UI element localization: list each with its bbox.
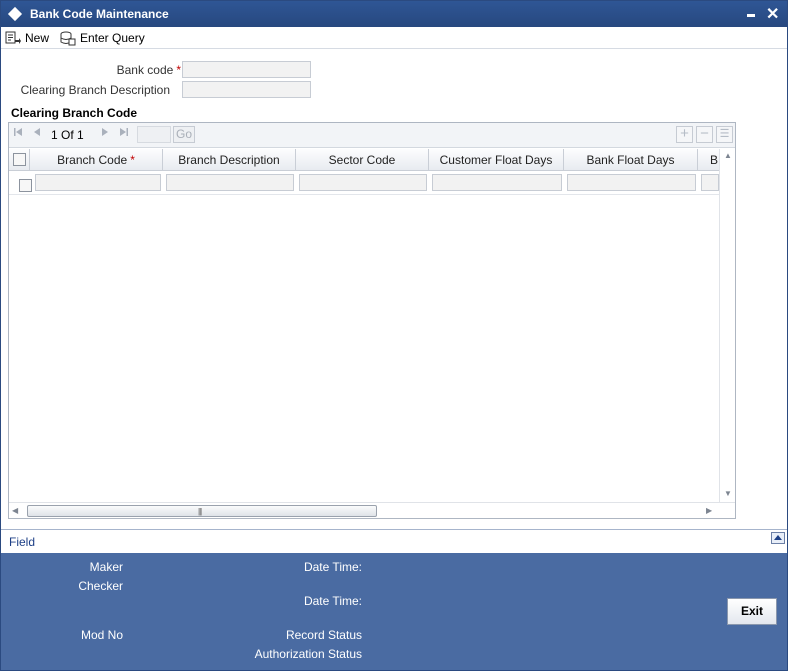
record-status-label: Record Status xyxy=(285,628,362,642)
column-header-customer-float-days[interactable]: Customer Float Days xyxy=(429,149,564,171)
new-record-icon xyxy=(5,31,21,44)
enter-query-button[interactable]: Enter Query xyxy=(59,29,145,47)
next-page-icon[interactable] xyxy=(101,127,109,140)
close-button[interactable]: ✕ xyxy=(766,4,780,23)
select-all-cell xyxy=(9,149,30,171)
exit-button[interactable]: Exit xyxy=(727,598,777,625)
window-diamond-icon xyxy=(7,6,23,22)
column-header-sector-code[interactable]: Sector Code xyxy=(296,149,429,171)
column-header-branch-code[interactable]: Branch Code * xyxy=(30,149,163,171)
bank-code-label: Bank code * xyxy=(116,63,181,77)
truncated-cell-input[interactable] xyxy=(701,174,719,191)
authorization-status-label: Authorization Status xyxy=(254,647,362,661)
previous-page-icon[interactable] xyxy=(33,127,41,140)
column-header-branch-description[interactable]: Branch Description xyxy=(163,149,296,171)
bank-code-maintenance-window: Bank Code Maintenance ✕ New Enter Query xyxy=(0,0,788,671)
audit-footer: Maker Checker Mod No Date Time: Date Tim… xyxy=(1,553,787,670)
scroll-down-icon[interactable]: ▼ xyxy=(724,489,732,498)
vertical-scrollbar[interactable]: ▲ ▼ xyxy=(719,149,735,502)
checker-label: Checker xyxy=(78,579,123,593)
required-asterisk: * xyxy=(176,63,181,77)
column-header-truncated[interactable]: B xyxy=(698,149,719,171)
horizontal-scroll-thumb[interactable]: ||| xyxy=(27,505,377,517)
toolbar: New Enter Query xyxy=(1,27,787,49)
page-indicator: 1 Of 1 xyxy=(51,128,84,142)
select-all-checkbox[interactable] xyxy=(13,153,26,166)
horizontal-scrollbar[interactable]: ◀ ||| ▶ xyxy=(9,502,735,518)
maker-label: Maker xyxy=(89,560,123,574)
title-bar: Bank Code Maintenance ✕ xyxy=(1,1,787,27)
clearing-branch-description-label: Clearing Branch Description xyxy=(20,83,170,97)
enter-query-label: Enter Query xyxy=(80,31,145,45)
clearing-branch-description-input[interactable] xyxy=(182,81,311,98)
grid-header-row: Branch Code * Branch Description Sector C… xyxy=(9,149,719,171)
bank-code-input[interactable] xyxy=(182,61,311,78)
window-title: Bank Code Maintenance xyxy=(30,7,169,21)
field-bar: Field xyxy=(1,529,787,553)
sector-code-cell-input[interactable] xyxy=(299,174,427,191)
row-divider xyxy=(9,194,719,195)
grid-pager: 1 Of 1 Go + − ☰ xyxy=(9,123,735,148)
collapse-arrow-icon[interactable] xyxy=(771,532,785,544)
enter-query-icon xyxy=(60,31,76,45)
delete-row-icon[interactable]: − xyxy=(696,126,713,143)
go-button[interactable]: Go xyxy=(173,126,195,143)
single-record-view-icon[interactable]: ☰ xyxy=(716,126,733,143)
required-asterisk: * xyxy=(130,153,135,167)
branch-code-cell-input[interactable] xyxy=(35,174,161,191)
bank-float-days-cell-input[interactable] xyxy=(567,174,696,191)
new-button[interactable]: New xyxy=(5,29,49,47)
page-number-input[interactable] xyxy=(137,126,171,143)
checker-date-time-label: Date Time: xyxy=(303,594,362,608)
add-row-icon[interactable]: + xyxy=(676,126,693,143)
new-button-label: New xyxy=(25,31,50,45)
scroll-grip-icon: ||| xyxy=(198,507,202,516)
scroll-left-icon[interactable]: ◀ xyxy=(12,506,18,515)
mod-no-label: Mod No xyxy=(80,628,123,642)
branch-description-cell-input[interactable] xyxy=(166,174,294,191)
clearing-branch-code-grid: 1 Of 1 Go + − ☰ Branch Code * Branch Des… xyxy=(8,122,736,519)
first-page-icon[interactable] xyxy=(13,127,23,140)
scroll-right-icon[interactable]: ▶ xyxy=(706,506,712,515)
row-select-checkbox[interactable] xyxy=(19,179,32,192)
minimize-button[interactable] xyxy=(746,9,758,21)
column-header-bank-float-days[interactable]: Bank Float Days xyxy=(564,149,698,171)
customer-float-days-cell-input[interactable] xyxy=(432,174,562,191)
field-link[interactable]: Field xyxy=(9,535,35,549)
last-page-icon[interactable] xyxy=(119,127,129,140)
maker-date-time-label: Date Time: xyxy=(303,560,362,574)
scroll-up-icon[interactable]: ▲ xyxy=(724,151,732,160)
clearing-branch-code-section-title: Clearing Branch Code xyxy=(11,106,138,120)
